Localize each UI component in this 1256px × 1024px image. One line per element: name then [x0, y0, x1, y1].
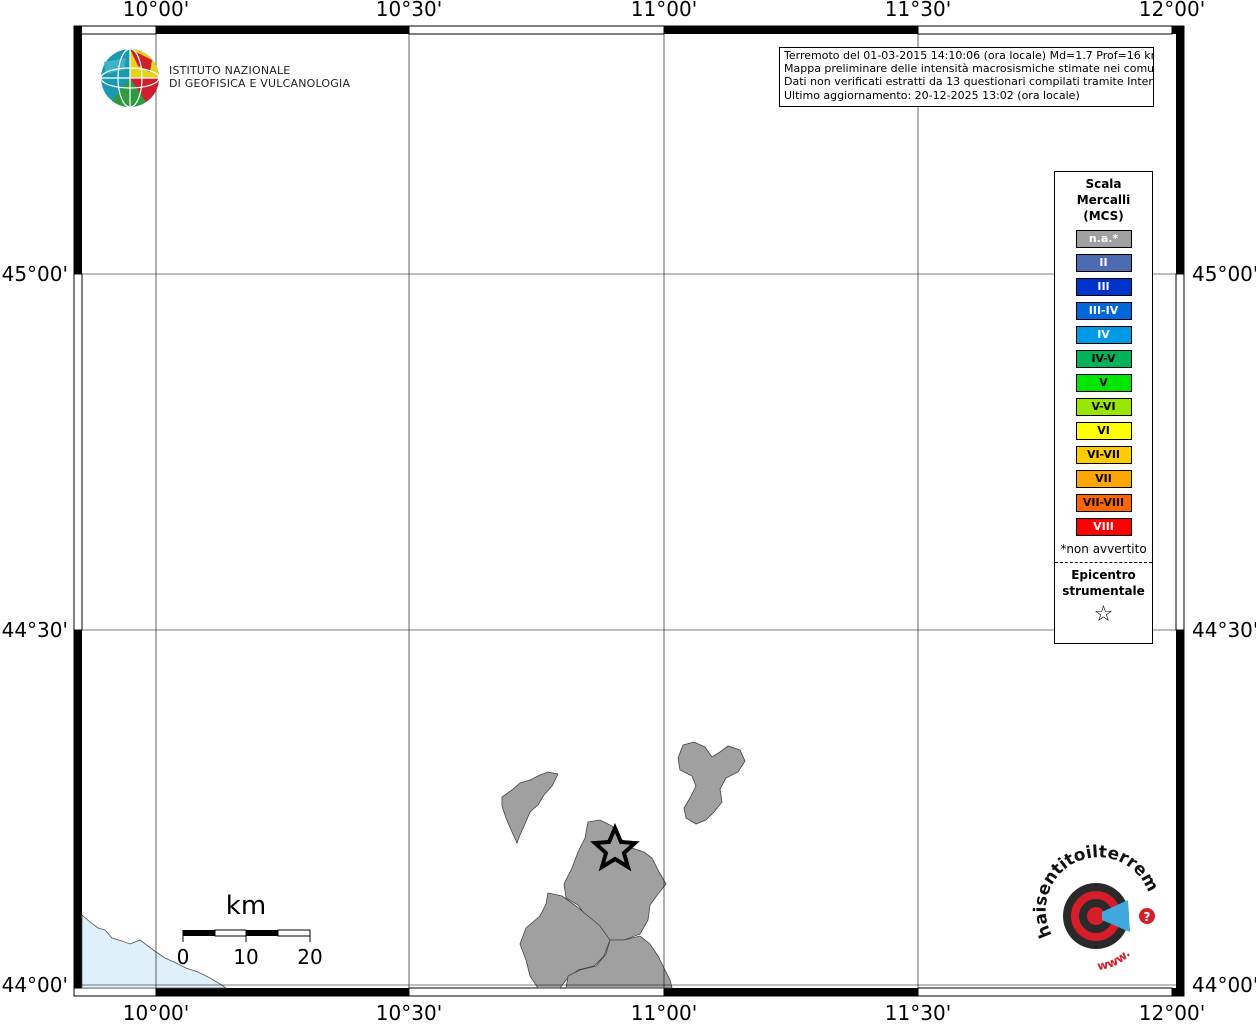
- legend-epicenter-label: Epicentro strumentale: [1062, 568, 1145, 598]
- lon-label: 12°00': [1139, 0, 1205, 21]
- legend-item: IV: [1075, 326, 1132, 344]
- legend-item: VI-VII: [1075, 446, 1132, 464]
- ingv-logo-globe-icon: [100, 48, 160, 108]
- lat-label: 44°00': [2, 973, 68, 997]
- map-border-bottom: [73, 987, 1184, 997]
- map-border-left: [73, 26, 83, 988]
- legend-item: III: [1075, 278, 1132, 296]
- lat-label: 44°30': [2, 618, 68, 642]
- scale-tick-label: 20: [297, 945, 322, 969]
- info-line: Terremoto del 01-03-2015 14:10:06 (ora l…: [784, 49, 1154, 62]
- legend-item: VIII: [1075, 518, 1132, 536]
- lat-label: 45°00': [1192, 262, 1256, 286]
- legend-item: V-VI: [1075, 398, 1132, 416]
- lat-label: 45°00': [2, 262, 68, 286]
- ingv-line1: ISTITUTO NAZIONALE: [169, 64, 291, 77]
- haisentito-question: ?: [1144, 910, 1151, 924]
- lon-label: 12°00': [1139, 1001, 1205, 1024]
- legend-item: III-IV: [1075, 302, 1132, 320]
- ingv-line2: DI GEOFISICA E VULCANOLOGIA: [169, 77, 351, 90]
- earthquake-info-box: Terremoto del 01-03-2015 14:10:06 (ora l…: [779, 47, 1154, 107]
- map-border-right: [1175, 26, 1185, 988]
- info-line: Dati non verificati estratti da 13 quest…: [784, 75, 1154, 89]
- epicenter-star-icon: ☆: [1093, 602, 1114, 627]
- legend-title: Scala Mercalli (MCS): [1076, 177, 1131, 223]
- legend-item: II: [1075, 254, 1132, 272]
- legend-items: n.a.* II III III-IV IV IV-V V V-VI VI VI-VII VII VI…: [1055, 230, 1152, 536]
- map-border-top: [73, 25, 1184, 35]
- lat-label: 44°00': [1192, 973, 1256, 997]
- lon-label: 10°30': [376, 1001, 442, 1024]
- legend-item: V: [1075, 374, 1132, 392]
- lat-label: 44°30': [1192, 618, 1256, 642]
- scale-tick-label: 0: [177, 945, 190, 969]
- legend-item: VI: [1075, 422, 1132, 440]
- lon-label: 10°30': [376, 0, 442, 21]
- bottom-longitude-labels: 10°00' 10°30' 11°00' 11°30' 12°00': [123, 1001, 1205, 1024]
- lon-label: 11°30': [885, 1001, 951, 1024]
- info-line: Ultimo aggiornamento: 20-12-2025 13:02 (…: [784, 88, 1080, 102]
- lon-label: 11°30': [885, 0, 951, 21]
- mcs-legend: Scala Mercalli (MCS) n.a.* II III III-IV IV I…: [1054, 171, 1153, 644]
- top-longitude-labels: 10°00' 10°30' 11°00' 11°30' 12°00': [123, 0, 1205, 21]
- legend-item: VII: [1075, 470, 1132, 488]
- info-line: Mappa preliminare delle intensità macros…: [784, 62, 1154, 76]
- legend-note: *non avvertito: [1060, 542, 1147, 556]
- lon-label: 11°00': [631, 1001, 697, 1024]
- lon-label: 11°00': [631, 0, 697, 21]
- legend-item: IV-V: [1075, 350, 1132, 368]
- right-latitude-labels: 45°00' 44°30' 44°00': [1192, 262, 1256, 997]
- legend-item: VII-VIII: [1075, 494, 1132, 512]
- scale-unit: km: [226, 891, 266, 921]
- legend-item: n.a.*: [1075, 230, 1132, 248]
- legend-separator: [1055, 562, 1152, 563]
- scale-tick-label: 10: [233, 945, 258, 969]
- left-latitude-labels: 45°00' 44°30' 44°00': [2, 262, 68, 997]
- ingv-logo-text: ISTITUTO NAZIONALE DI GEOFISICA E VULCAN…: [169, 64, 350, 90]
- lon-label: 10°00': [123, 0, 189, 21]
- lon-label: 10°00': [123, 1001, 189, 1024]
